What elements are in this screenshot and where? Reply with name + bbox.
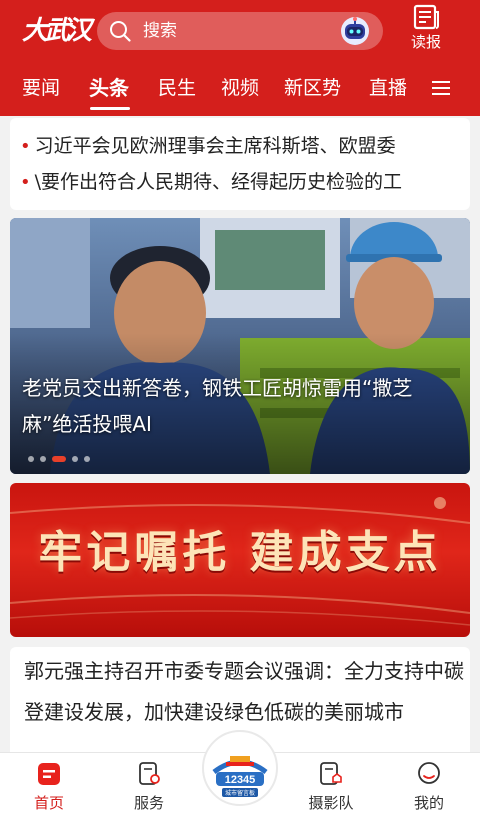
hero-caption: 老党员交出新答卷，钢铁工匠胡惊雷用“撒芝麻”绝活投喂AI — [22, 376, 413, 436]
nav-home-label: 首页 — [33, 794, 64, 812]
hotline-subtitle: 城市留言板 — [225, 789, 255, 797]
bullet-dot-icon: • — [20, 172, 31, 193]
nav-services[interactable]: 服务 — [114, 761, 184, 813]
nav-photo-team-label: 摄影队 — [308, 794, 354, 812]
app-logo[interactable]: 大武汉 — [22, 8, 92, 54]
article-title: 郭元强主持召开市委专题会议强调：全力支持中碳登建设发展，加快建设绿色低碳的美丽城… — [24, 659, 464, 724]
profile-icon — [418, 762, 440, 784]
newspaper-icon — [413, 4, 439, 30]
search-placeholder: 搜索 — [143, 21, 177, 41]
channel-tabs: 要闻 头条 民生 视频 新区势 直播 — [0, 66, 480, 110]
list-item[interactable]: • 习近平会见欧洲理事会主席科斯塔、欧盟委 — [20, 130, 396, 162]
home-icon — [38, 763, 60, 785]
search-icon — [110, 21, 131, 42]
nav-services-label: 服务 — [133, 794, 164, 812]
top-header: 大武汉 搜索 读报 要闻 头条 民生 视频 新区势 直播 — [0, 0, 480, 116]
carousel-dot[interactable] — [28, 456, 34, 462]
carousel-dot[interactable] — [84, 456, 90, 462]
ai-assistant-icon[interactable] — [339, 16, 371, 46]
photo-team-icon — [320, 762, 342, 785]
menu-icon[interactable] — [432, 80, 450, 96]
hotline-number: 12345 — [225, 774, 256, 786]
active-tab-indicator — [90, 107, 130, 110]
nav-profile[interactable]: 我的 — [394, 761, 464, 813]
tab-top-stories[interactable]: 头条 — [89, 66, 129, 110]
logo-text: 大武汉 — [22, 16, 92, 46]
tab-new-district[interactable]: 新区势 — [284, 66, 341, 110]
read-paper-button[interactable]: 读报 — [404, 4, 448, 56]
carousel-dot-active[interactable] — [52, 456, 66, 462]
tab-livelihood[interactable]: 民生 — [158, 66, 196, 110]
hotline-12345-button[interactable]: 12345 城市留言板 — [202, 730, 278, 806]
bullet-dot-icon: • — [20, 136, 31, 157]
promo-banner[interactable]: 牢记嘱托 建成支点 — [10, 483, 470, 637]
nav-home[interactable]: 首页 — [14, 761, 84, 813]
read-paper-label: 读报 — [410, 33, 441, 51]
tab-live[interactable]: 直播 — [369, 66, 407, 110]
carousel-dot[interactable] — [40, 456, 46, 462]
search-bar[interactable]: 搜索 — [97, 12, 383, 50]
banner-slogan: 牢记嘱托 建成支点 — [38, 527, 442, 578]
headline-text: \要作出符合人民期待、经得起历史检验的工 — [34, 171, 403, 193]
nav-profile-label: 我的 — [413, 794, 444, 812]
headline-ticker: • 习近平会见欧洲理事会主席科斯塔、欧盟委 • \要作出符合人民期待、经得起历史检验… — [10, 118, 470, 210]
nav-photo-team[interactable]: 摄影队 — [296, 761, 366, 813]
hotline-badge-icon: 12345 城市留言板 — [207, 735, 273, 801]
services-icon — [139, 762, 160, 785]
hero-carousel[interactable]: 老党员交出新答卷，钢铁工匠胡惊雷用“撒芝麻”绝活投喂AI — [10, 218, 470, 474]
list-item[interactable]: • \要作出符合人民期待、经得起历史检验的工 — [20, 166, 402, 198]
tab-headlines[interactable]: 要闻 — [22, 66, 60, 110]
headline-text: 习近平会见欧洲理事会主席科斯塔、欧盟委 — [34, 135, 396, 157]
tab-video[interactable]: 视频 — [221, 66, 259, 110]
carousel-dot[interactable] — [72, 456, 78, 462]
